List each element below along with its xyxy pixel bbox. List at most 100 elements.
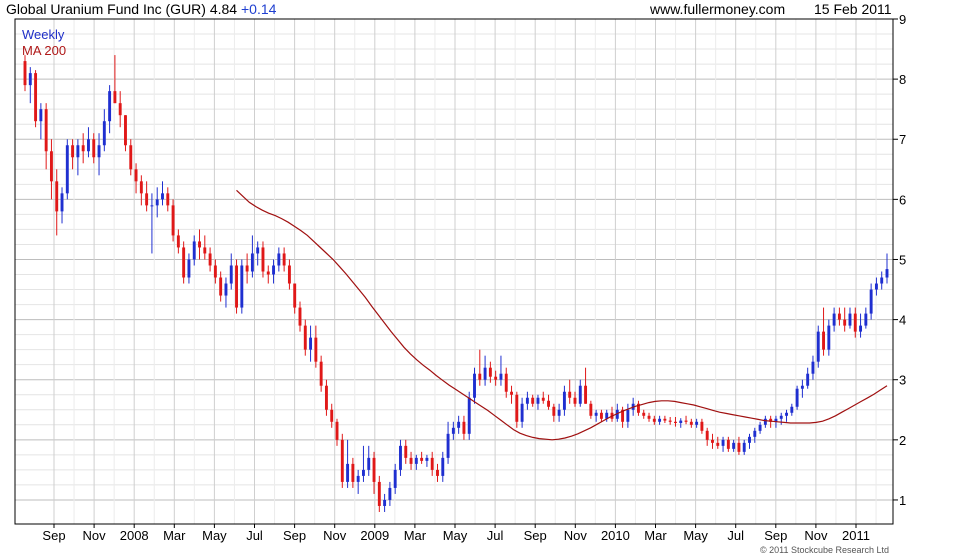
candle-body bbox=[562, 391, 566, 410]
candle-body bbox=[716, 442, 720, 446]
candle-body bbox=[763, 418, 767, 425]
candle-body bbox=[451, 427, 455, 434]
candle-body bbox=[547, 400, 551, 407]
candle-body bbox=[626, 409, 630, 422]
candle-body bbox=[832, 313, 836, 326]
candle-body bbox=[356, 475, 360, 482]
candle-body bbox=[737, 442, 741, 452]
candle-body bbox=[885, 269, 889, 278]
y-tick-label: 6 bbox=[899, 192, 906, 207]
candle-body bbox=[44, 109, 48, 152]
candle-body bbox=[695, 421, 699, 425]
candle-body bbox=[859, 325, 863, 332]
y-axis: 1 2 3 4 5 6 7 8 9 bbox=[893, 12, 906, 508]
candle-body bbox=[748, 436, 751, 443]
candle-body bbox=[647, 415, 651, 419]
candle-body bbox=[176, 235, 180, 248]
x-tick-label: Mar bbox=[163, 528, 186, 543]
candle-body bbox=[430, 457, 434, 470]
plot-area: 1 2 3 4 5 6 7 8 9 Sep Nov 2008 Mar May Jul Sep Nov 2009 M… bbox=[14, 12, 906, 543]
y-tick-label: 2 bbox=[899, 433, 906, 448]
candle-body bbox=[76, 145, 80, 158]
candle-body bbox=[330, 409, 334, 422]
candle-body bbox=[377, 481, 381, 506]
candle-body bbox=[71, 145, 75, 158]
candle-body bbox=[393, 469, 397, 488]
candle-body bbox=[240, 265, 244, 308]
candle-body bbox=[753, 430, 757, 437]
candle-body bbox=[689, 421, 693, 425]
candle-body bbox=[235, 265, 238, 308]
candle-body bbox=[705, 430, 709, 440]
candle-body bbox=[843, 319, 847, 326]
x-tick-label: Jul bbox=[246, 528, 263, 543]
y-tick-label: 9 bbox=[899, 12, 906, 27]
candle-body bbox=[287, 265, 291, 284]
candle-body bbox=[404, 445, 408, 458]
x-tick-label: Nov bbox=[804, 528, 828, 543]
ma-200-line bbox=[236, 189, 888, 441]
candle-body bbox=[309, 337, 313, 350]
candle-body bbox=[124, 115, 127, 146]
candle-body bbox=[187, 259, 191, 278]
candle-body bbox=[536, 397, 540, 404]
plot-frame bbox=[14, 18, 894, 525]
candle-body bbox=[541, 397, 545, 401]
candle-body bbox=[726, 439, 730, 449]
candle-body bbox=[494, 376, 498, 380]
y-tick-label: 5 bbox=[899, 252, 906, 267]
x-tick-label: Sep bbox=[764, 528, 787, 543]
candle-body bbox=[219, 277, 223, 296]
x-tick-label: 2009 bbox=[360, 528, 389, 543]
y-tick-label: 4 bbox=[899, 313, 906, 328]
candle-body bbox=[367, 457, 371, 470]
candle-body bbox=[171, 205, 175, 236]
candle-body bbox=[758, 424, 762, 431]
candle-body bbox=[515, 394, 519, 422]
x-tick-label: 2011 bbox=[842, 528, 870, 543]
candle-body bbox=[446, 433, 450, 458]
candle-body bbox=[224, 283, 228, 296]
candle-body bbox=[483, 367, 487, 380]
candle-body bbox=[118, 103, 122, 116]
x-tick-label: Sep bbox=[283, 528, 306, 543]
candle-body bbox=[462, 421, 466, 434]
x-tick-label: 2008 bbox=[120, 528, 149, 543]
candle-body bbox=[578, 385, 582, 404]
candle-body bbox=[282, 253, 286, 266]
x-tick-label: Sep bbox=[42, 528, 65, 543]
candle-body bbox=[425, 457, 429, 461]
candle-body bbox=[790, 406, 794, 413]
y-tick-label: 7 bbox=[899, 132, 906, 147]
candle-body bbox=[383, 499, 387, 506]
candle-body bbox=[510, 391, 513, 395]
candle-body bbox=[800, 385, 804, 389]
candle-body bbox=[155, 199, 159, 206]
y-tick-label: 8 bbox=[899, 72, 906, 87]
x-tick-label: Nov bbox=[323, 528, 347, 543]
legend-ma: MA 200 bbox=[22, 43, 67, 58]
candle-body bbox=[642, 412, 646, 416]
candle-body bbox=[652, 418, 656, 422]
candle-body bbox=[499, 373, 503, 380]
x-tick-label: Mar bbox=[644, 528, 667, 543]
candle-body bbox=[589, 403, 593, 416]
candle-body bbox=[87, 139, 90, 152]
candle-body bbox=[49, 151, 53, 182]
candle-body bbox=[414, 457, 418, 464]
candle-body bbox=[81, 145, 85, 152]
candle-body bbox=[65, 145, 69, 194]
x-tick-label: Mar bbox=[404, 528, 427, 543]
candle-body bbox=[34, 73, 38, 122]
candle-body bbox=[229, 265, 233, 284]
candle-body bbox=[409, 457, 413, 464]
candle-body bbox=[340, 439, 344, 482]
candle-body bbox=[732, 442, 736, 449]
x-axis: Sep Nov 2008 Mar May Jul Sep Nov 2009 Mar May Jul Se… bbox=[42, 524, 870, 543]
candle-body bbox=[473, 373, 476, 398]
legend-weekly: Weekly bbox=[22, 27, 65, 42]
candle-body bbox=[256, 247, 260, 254]
candle-body bbox=[557, 409, 561, 416]
candle-body bbox=[779, 415, 783, 419]
candle-body bbox=[811, 361, 815, 374]
